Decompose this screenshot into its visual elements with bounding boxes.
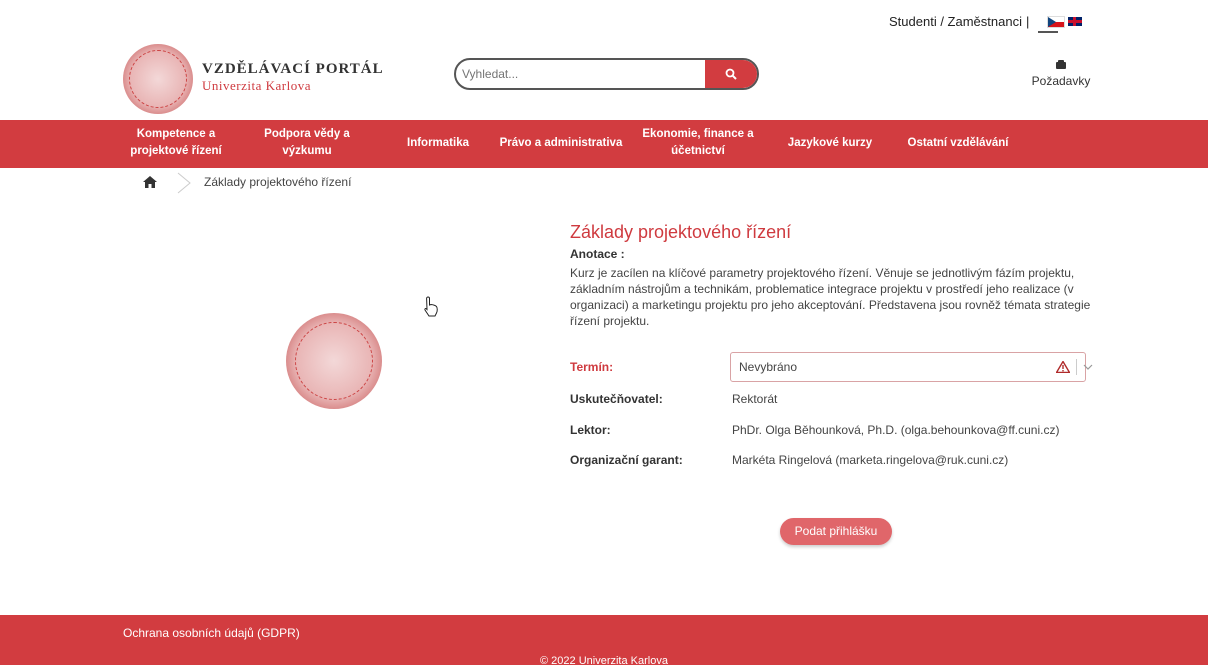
top-links-separator: |: [1025, 14, 1030, 29]
home-icon[interactable]: [143, 176, 157, 188]
footer: Ochrana osobních údajů (GDPR) © 2022 Uni…: [0, 615, 1208, 667]
requests-label: Požadavky: [1031, 74, 1091, 88]
lector-value: PhDr. Olga Běhounková, Ph.D. (olga.behou…: [732, 423, 1060, 437]
english-flag-icon[interactable]: [1068, 17, 1083, 26]
submit-application-button[interactable]: Podat přihlášku: [780, 518, 892, 545]
requests-link[interactable]: Požadavky: [1016, 60, 1106, 88]
main-navigation: Kompetence a projektové řízení Podpora v…: [0, 120, 1208, 168]
term-label: Termín:: [570, 360, 614, 374]
nav-item-languages[interactable]: Jazykové kurzy: [782, 135, 878, 152]
copyright: © 2022 Univerzita Karlova: [540, 655, 668, 667]
provider-label: Uskutečňovatel:: [570, 392, 663, 406]
students-staff-link[interactable]: Studenti / Zaměstnanci: [889, 14, 1022, 29]
portal-title[interactable]: VZDĚLÁVACÍ PORTÁL: [202, 61, 384, 78]
university-name[interactable]: Univerzita Karlova: [202, 78, 311, 94]
nav-item-science[interactable]: Podpora vědy a výzkumu: [248, 126, 366, 160]
hand-cursor-icon: [424, 296, 438, 317]
chevron-down-icon[interactable]: [1083, 361, 1093, 373]
guarantor-value: Markéta Ringelová (marketa.ringelova@ruk…: [732, 453, 1009, 467]
course-title: Základy projektového řízení: [570, 222, 792, 242]
term-select-value: Nevybráno: [739, 360, 798, 374]
nav-item-economics[interactable]: Ekonomie, finance a účetnictví: [638, 126, 758, 160]
select-divider: [1076, 359, 1077, 375]
search-box: [454, 58, 759, 90]
nav-item-law[interactable]: Právo a administrativa: [488, 135, 634, 152]
course-image: [286, 313, 382, 409]
lector-label: Lektor:: [570, 423, 611, 437]
university-seal-logo[interactable]: [123, 44, 193, 114]
requests-icon: [1056, 60, 1066, 69]
breadcrumb-chevron-icon: [177, 172, 191, 194]
warning-icon: [1056, 361, 1070, 373]
gdpr-link[interactable]: Ochrana osobních údajů (GDPR): [123, 626, 300, 640]
annotation-label: Anotace :: [570, 247, 625, 261]
czech-flag-icon[interactable]: [1047, 15, 1066, 28]
nav-item-informatics[interactable]: Informatika: [398, 135, 478, 152]
annotation-text: Kurz je zacílen na klíčové parametry pro…: [570, 266, 1091, 328]
guarantor-label: Organizační garant:: [570, 453, 683, 467]
breadcrumb-current: Základy projektového řízení: [204, 175, 352, 189]
nav-item-competence[interactable]: Kompetence a projektové řízení: [112, 126, 240, 160]
search-icon: [725, 68, 737, 80]
term-select[interactable]: Nevybráno: [730, 352, 1093, 382]
search-button[interactable]: [705, 60, 757, 88]
top-links-bar: Studenti / Zaměstnanci |: [889, 14, 1083, 29]
nav-item-other[interactable]: Ostatní vzdělávání: [898, 135, 1018, 152]
active-language-underline: [1038, 31, 1058, 33]
provider-value: Rektorát: [732, 392, 778, 406]
search-input[interactable]: [456, 60, 705, 88]
